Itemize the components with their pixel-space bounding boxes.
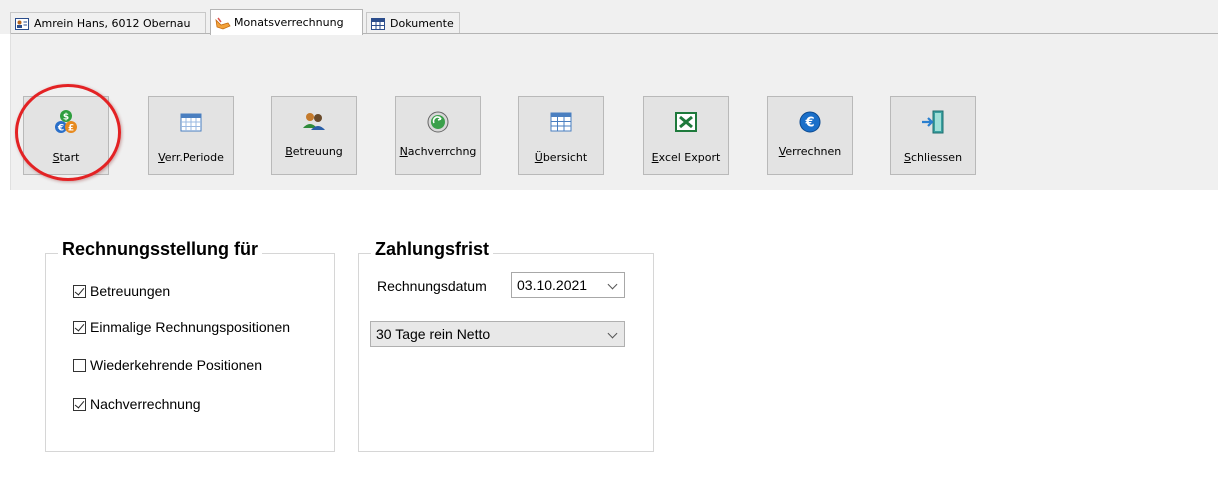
svg-text:€: € <box>57 124 64 134</box>
svg-text:€: € <box>804 116 814 131</box>
verrechnen-label: Verrechnen <box>778 145 842 158</box>
uebersicht-label: Übersicht <box>534 151 588 164</box>
tab-strip: Amrein Hans, 6012 Obernau Monatsverrechn… <box>0 0 1218 35</box>
payment-group: Zahlungsfrist Rechnungsdatum 03.10.2021 … <box>358 239 654 452</box>
checkbox-wiederkehrende-box[interactable] <box>73 358 86 372</box>
zahlungsfrist-select[interactable]: 30 Tage rein Netto <box>370 321 625 347</box>
checkbox-einmalige[interactable]: Einmalige Rechnungspositionen <box>73 318 290 336</box>
hand-icon <box>215 17 231 29</box>
rechnungsdatum-value: 03.10.2021 <box>517 277 588 293</box>
checkbox-einmalige-box[interactable] <box>73 320 86 334</box>
rechnungsdatum-picker[interactable]: 03.10.2021 <box>511 272 625 298</box>
svg-text:$: $ <box>63 113 69 123</box>
excel-export-label: Excel Export <box>651 151 721 164</box>
table-icon <box>548 109 574 135</box>
betreuung-label: Betreuung <box>285 145 343 158</box>
chevron-down-icon[interactable] <box>607 279 618 290</box>
excel-icon <box>673 109 699 135</box>
nachverrechnung-button[interactable]: Nachverrchng <box>395 96 481 175</box>
uebersicht-button[interactable]: Übersicht <box>518 96 604 175</box>
svg-text:£: £ <box>68 124 74 134</box>
checkbox-betreuungen-label: Betreuungen <box>90 283 171 299</box>
checkbox-nachverrechnung-box[interactable] <box>73 397 86 411</box>
zahlungsfrist-value: 30 Tage rein Netto <box>376 326 491 342</box>
refresh-icon <box>425 109 451 135</box>
verr-periode-label: Verr.Periode <box>158 151 224 164</box>
grid-icon <box>371 17 385 30</box>
schliessen-button[interactable]: Schliessen <box>890 96 976 175</box>
tab-client[interactable]: Amrein Hans, 6012 Obernau <box>10 12 206 34</box>
checkbox-einmalige-label: Einmalige Rechnungspositionen <box>90 319 291 335</box>
payment-group-title: Zahlungsfrist <box>371 239 494 259</box>
checkbox-nachverrechnung-label: Nachverrechnung <box>90 396 201 412</box>
euro-icon: € <box>797 109 823 135</box>
calendar-icon <box>178 109 204 135</box>
excel-export-button[interactable]: Excel Export <box>643 96 729 175</box>
toolbar: $ € £ Start Verr.Periode Betreuung Nachver… <box>10 33 1218 190</box>
exit-door-icon <box>920 109 946 135</box>
checkbox-betreuungen-box[interactable] <box>73 284 86 298</box>
schliessen-label: Schliessen <box>903 151 963 164</box>
nachverrechnung-label: Nachverrchng <box>399 145 477 158</box>
checkbox-betreuungen[interactable]: Betreuungen <box>73 282 170 300</box>
rechnungsdatum-label: Rechnungsdatum <box>377 278 487 294</box>
people-icon <box>301 109 327 135</box>
checkbox-wiederkehrende-label: Wiederkehrende Positionen <box>90 357 262 373</box>
person-card-icon <box>15 17 29 30</box>
billing-group: Rechnungsstellung für Betreuungen Einmal… <box>45 239 335 452</box>
billing-group-title: Rechnungsstellung für <box>58 239 263 259</box>
tab-client-label: Amrein Hans, 6012 Obernau <box>34 17 191 30</box>
tab-monatsverrechnung[interactable]: Monatsverrechnung <box>210 9 363 35</box>
tab-monatsverrechnung-label: Monatsverrechnung <box>234 16 344 29</box>
checkbox-nachverrechnung[interactable]: Nachverrechnung <box>73 395 201 413</box>
tab-dokumente-label: Dokumente <box>390 17 454 30</box>
verrechnen-button[interactable]: € Verrechnen <box>767 96 853 175</box>
tab-dokumente[interactable]: Dokumente <box>366 12 460 34</box>
verr-periode-button[interactable]: Verr.Periode <box>148 96 234 175</box>
coins-icon: $ € £ <box>53 109 79 135</box>
checkbox-wiederkehrende[interactable]: Wiederkehrende Positionen <box>73 356 262 374</box>
betreuung-button[interactable]: Betreuung <box>271 96 357 175</box>
start-button-label: Start <box>52 151 80 164</box>
start-button[interactable]: $ € £ Start <box>23 96 109 175</box>
chevron-down-icon[interactable] <box>607 328 618 339</box>
